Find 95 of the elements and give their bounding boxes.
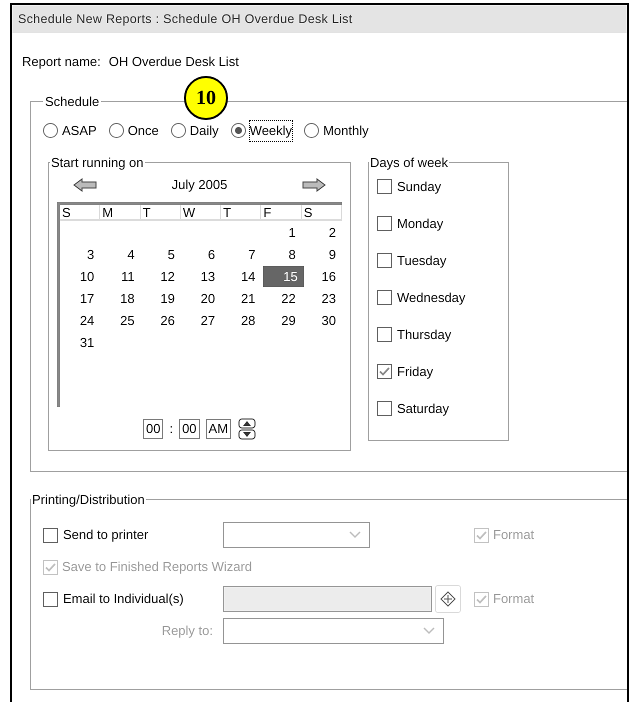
calendar-day[interactable]: 30: [302, 310, 342, 331]
hour-field[interactable]: 00: [142, 419, 164, 439]
weekday-header: F: [261, 205, 302, 221]
radio-label: Daily: [190, 122, 219, 140]
checkmark-icon: [379, 367, 390, 376]
calendar-day[interactable]: 8: [261, 244, 302, 265]
window-title: Schedule New Reports : Schedule OH Overdue Desk List: [18, 10, 353, 28]
calendar-day[interactable]: 24: [60, 310, 100, 331]
checkbox[interactable]: [377, 179, 392, 194]
checkbox[interactable]: [43, 528, 58, 542]
calendar-day[interactable]: 23: [302, 288, 342, 309]
radio-label: Weekly: [250, 121, 292, 140]
calendar-day[interactable]: 1: [261, 222, 302, 243]
report-name-value: OH Overdue Desk List: [108, 53, 239, 71]
callout-badge: 10: [184, 76, 228, 120]
weekday-header: S: [302, 205, 342, 221]
calendar-day[interactable]: 22: [261, 288, 302, 309]
calendar-day[interactable]: 28: [221, 310, 262, 331]
calendar-day[interactable]: 31: [60, 332, 100, 353]
printing-legend: Printing/Distribution: [31, 490, 146, 509]
weekday-header: M: [100, 205, 141, 221]
checkbox[interactable]: [377, 216, 392, 231]
printer-dropdown[interactable]: [223, 522, 370, 548]
checkbox-label: Monday: [397, 214, 444, 233]
checkmark-icon: [476, 594, 487, 604]
calendar-day[interactable]: 14: [221, 266, 262, 287]
period-field[interactable]: AM: [206, 419, 232, 439]
radio-label: Once: [128, 122, 159, 140]
reply-to-label: Reply to:: [160, 622, 214, 640]
checkbox[interactable]: [377, 364, 392, 379]
checkbox[interactable]: [377, 401, 392, 416]
radio-label: Monthly: [323, 122, 369, 140]
calendar-day[interactable]: 18: [100, 288, 141, 309]
weekday-header: T: [140, 205, 181, 221]
calendar-day[interactable]: 10: [60, 266, 100, 287]
diamond-icon: [440, 591, 456, 607]
time-separator: :: [168, 420, 174, 438]
arrow-left-icon[interactable]: [73, 178, 97, 192]
checkbox-label: Wednesday: [397, 288, 466, 307]
radio-button[interactable]: [108, 123, 124, 138]
calendar-day[interactable]: 25: [100, 310, 141, 331]
radio-button[interactable]: [170, 123, 186, 138]
weekday-header: T: [221, 205, 262, 221]
chevron-down-icon: [423, 627, 435, 635]
format-label: Format: [493, 590, 534, 608]
send-to-printer-label: Send to printer: [63, 526, 148, 544]
radio-button[interactable]: [304, 123, 320, 138]
schedule-legend: Schedule: [43, 92, 102, 111]
checkbox-label: Tuesday: [397, 252, 446, 270]
start-legend: Start running on: [50, 152, 145, 172]
calendar-day[interactable]: 27: [180, 310, 222, 331]
days-legend: Days of week: [369, 152, 450, 172]
checkbox-label: Sunday: [397, 178, 442, 196]
calendar-day[interactable]: 16: [302, 266, 342, 287]
checkmark-icon: [45, 562, 56, 572]
chevron-down-icon: [349, 531, 361, 539]
checkbox[interactable]: [43, 592, 58, 606]
calendar-day[interactable]: 20: [180, 288, 222, 309]
calendar-day[interactable]: 21: [221, 288, 262, 309]
checkmark-icon: [476, 530, 487, 540]
checkbox-label: Friday: [397, 362, 434, 381]
calendar-day[interactable]: 9: [302, 244, 342, 265]
radio-button[interactable]: [230, 123, 246, 138]
calendar-day[interactable]: 17: [60, 288, 100, 309]
calendar-day[interactable]: 5: [140, 244, 181, 265]
save-finished-label: Save to Finished Reports Wizard: [62, 558, 252, 576]
calendar-day[interactable]: 13: [180, 266, 222, 287]
reply-to-dropdown[interactable]: [223, 618, 444, 644]
spinner-icon[interactable]: [238, 418, 256, 440]
calendar-day[interactable]: 19: [140, 288, 181, 309]
radio-button[interactable]: [43, 123, 58, 138]
report-name-label: Report name:: [22, 53, 101, 71]
checkbox[interactable]: [377, 253, 392, 268]
radio-label: ASAP: [62, 122, 97, 140]
calendar-day[interactable]: 26: [140, 310, 181, 331]
minute-field[interactable]: 00: [179, 419, 200, 439]
weekday-header: S: [60, 205, 100, 221]
calendar-day[interactable]: 15: [263, 266, 304, 287]
calendar-day[interactable]: 6: [180, 244, 222, 265]
checkbox-label: Thursday: [397, 326, 452, 344]
calendar-day[interactable]: 11: [100, 266, 141, 287]
month-label: July 2005: [172, 176, 228, 194]
calendar-day[interactable]: 29: [261, 310, 302, 331]
checkbox[interactable]: [377, 290, 392, 305]
calendar-day[interactable]: 2: [302, 222, 342, 243]
email-label: Email to Individual(s): [63, 590, 184, 608]
checkbox[interactable]: [377, 327, 392, 342]
format-label: Format: [493, 526, 534, 544]
calendar-day[interactable]: 7: [221, 244, 262, 265]
calendar-day[interactable]: 3: [60, 244, 100, 265]
calendar-day[interactable]: 4: [100, 244, 141, 265]
weekday-header: W: [180, 205, 222, 221]
checkbox-label: Saturday: [397, 400, 450, 418]
calendar-day[interactable]: 12: [140, 266, 181, 287]
arrow-right-icon[interactable]: [302, 178, 326, 192]
